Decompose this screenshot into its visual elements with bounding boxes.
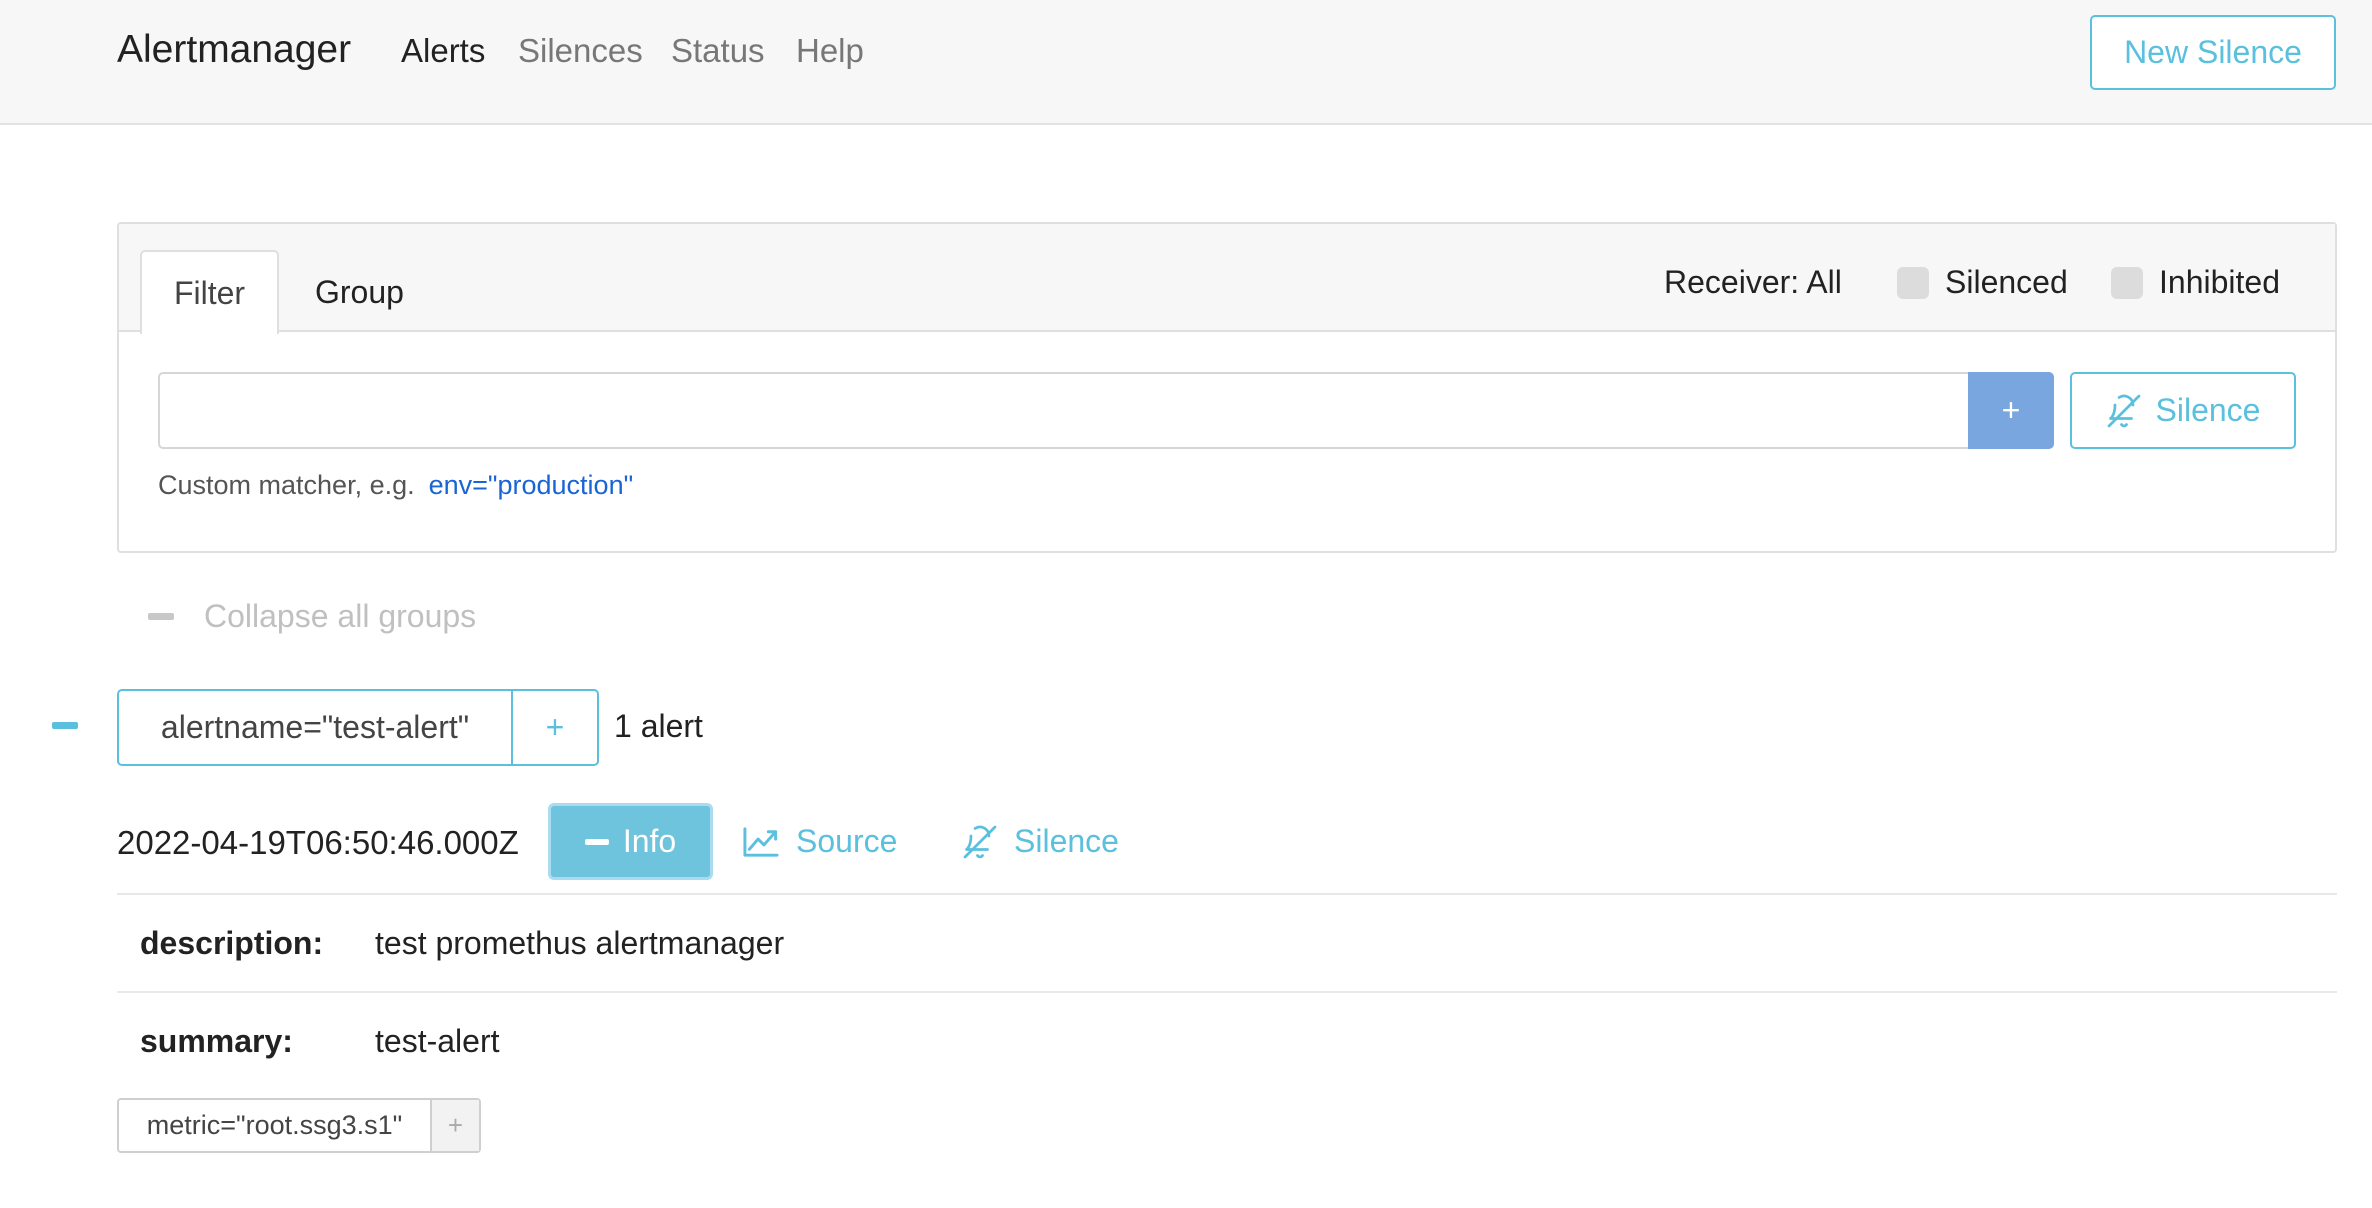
filter-card-header: Filter Group Receiver: All Silenced Inhi… [119,224,2335,334]
annotation-key-summary: summary: [140,1023,293,1059]
add-matcher-button[interactable]: + [1968,372,2054,449]
receiver-dropdown[interactable]: Receiver: All [1664,264,1842,301]
annotation-divider [117,893,2337,895]
nav-link-alerts[interactable]: Alerts [401,32,485,70]
silence-alert-link[interactable]: Silence [962,823,1119,860]
bell-slash-icon [963,825,997,858]
nav-link-help[interactable]: Help [796,32,864,70]
group-label-text[interactable]: alertname="test-alert" [119,691,513,764]
silenced-label: Silenced [1945,264,2068,300]
group-collapse-toggle[interactable] [52,722,78,729]
top-navbar: Alertmanager Alerts Silences Status Help… [0,0,2372,125]
filter-card: Filter Group Receiver: All Silenced Inhi… [117,222,2337,553]
hint-example-link[interactable]: env="production" [429,470,634,500]
annotation-key-description: description: [140,925,324,961]
brand-title[interactable]: Alertmanager [117,28,351,72]
annotation-divider [117,991,2337,993]
new-silence-button[interactable]: New Silence [2090,15,2336,90]
matcher-hint: Custom matcher, e.g. env="production" [158,470,633,501]
bell-slash-icon [2107,394,2140,427]
group-label-button: alertname="test-alert" + [117,689,599,766]
alert-label-add-filter[interactable]: + [432,1100,479,1151]
info-toggle-button[interactable]: Info [548,803,713,880]
annotation-value-description: test promethus alertmanager [375,925,785,961]
annotation-value-summary: test-alert [375,1023,500,1059]
source-label: Source [796,823,898,859]
silenced-checkbox[interactable]: Silenced [1897,264,2068,301]
minus-icon [148,613,174,620]
silence-filter-button[interactable]: Silence [2070,372,2296,449]
source-link[interactable]: Source [742,823,897,860]
filter-matcher-input[interactable] [158,372,1968,449]
hint-text: Custom matcher, e.g. [158,470,415,500]
collapse-all-groups-button[interactable]: Collapse all groups [148,598,476,635]
info-label: Info [622,823,677,859]
collapse-all-label: Collapse all groups [204,598,477,634]
chart-line-icon [743,826,779,857]
alert-count: 1 alert [614,708,703,744]
inhibited-label: Inhibited [2159,264,2280,300]
nav-link-status[interactable]: Status [671,32,765,70]
inhibited-checkbox[interactable]: Inhibited [2111,264,2280,301]
tab-group[interactable]: Group [315,274,404,311]
alert-timestamp: 2022-04-19T06:50:46.000Z [117,824,519,861]
alert-label-text[interactable]: metric="root.ssg3.s1" [119,1100,432,1151]
silence-filter-label: Silence [2155,392,2261,428]
checkbox-box[interactable] [1897,266,1929,299]
group-label-add-filter[interactable]: + [513,691,597,764]
minus-icon [584,838,609,845]
tab-filter[interactable]: Filter [140,250,279,334]
alert-label-chip: metric="root.ssg3.s1" + [117,1098,481,1153]
checkbox-box[interactable] [2111,266,2143,299]
silence-alert-label: Silence [1014,823,1119,859]
nav-link-silences[interactable]: Silences [518,32,643,70]
